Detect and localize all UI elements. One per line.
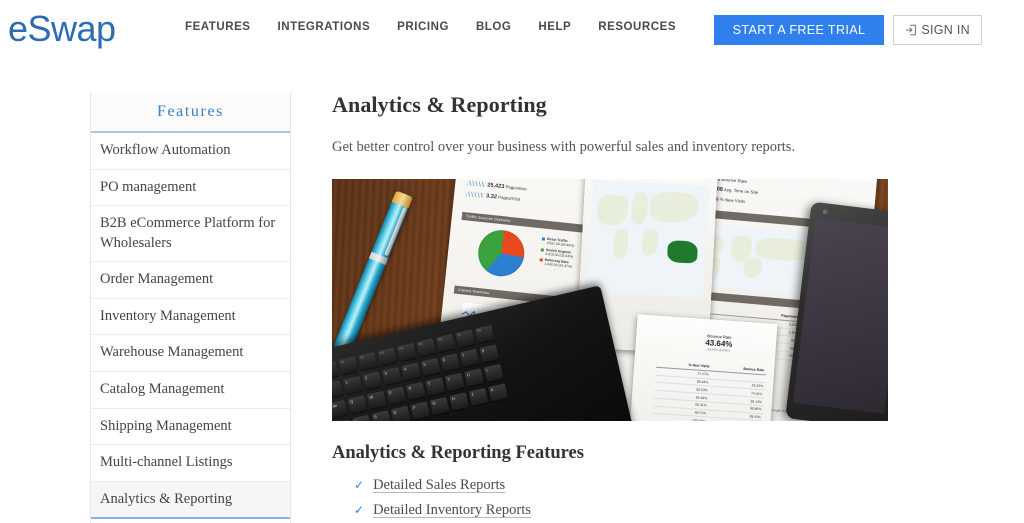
- sidebar-item-catalog-management[interactable]: Catalog Management: [91, 372, 290, 409]
- key-f7: F7: [455, 329, 476, 348]
- sidebar-item-order-management[interactable]: Order Management: [91, 262, 290, 299]
- header-actions: START A FREE TRIAL SIGN IN: [713, 15, 982, 45]
- sidebar-item-warehouse-management[interactable]: Warehouse Management: [91, 335, 290, 372]
- key-f8: F8: [474, 324, 495, 344]
- nav-item-blog[interactable]: BLOG: [476, 21, 511, 33]
- sidebar-item-shipping-management[interactable]: Shipping Management: [91, 409, 290, 446]
- key-5: 5: [420, 357, 441, 377]
- legend-swatch: [540, 247, 544, 252]
- key-y: Y: [444, 372, 465, 392]
- main-content: Analytics & Reporting Get better control…: [332, 60, 892, 523]
- hero-image: 25,423 Pageviews 3.32 Pages/Visit Traffi…: [332, 179, 888, 421]
- key-3: 3: [381, 366, 402, 386]
- sparkline-icon: [467, 180, 486, 188]
- sidebar-item-analytics-reporting[interactable]: Analytics & Reporting: [91, 481, 290, 520]
- sparkline-icon: [465, 191, 485, 199]
- sidebar-item-po-management[interactable]: PO management: [91, 170, 290, 207]
- key-f4: F4: [396, 342, 417, 362]
- metric-pageviews-label: Pageviews: [505, 184, 527, 192]
- key-6: 6: [440, 353, 461, 372]
- key-caps: Caps: [332, 419, 353, 421]
- key-f: F: [410, 401, 431, 420]
- nav-item-integrations[interactable]: INTEGRATIONS: [278, 21, 371, 33]
- sidebar-item-inventory-management[interactable]: Inventory Management: [91, 299, 290, 336]
- page-description: Get better control over your business wi…: [332, 139, 796, 155]
- phone-camera: [822, 208, 828, 215]
- key-esc: Esc: [332, 360, 339, 380]
- key-s: S: [371, 410, 392, 421]
- legend-swatch: [539, 258, 543, 262]
- site-logo[interactable]: eSwap: [8, 8, 116, 50]
- key-f6: F6: [435, 333, 456, 353]
- sidebar-item-workflow-automation[interactable]: Workflow Automation: [91, 133, 290, 170]
- report-sheet-bounce: Bounce Rate 43.64% 43.64% (0.00%) % New …: [626, 314, 778, 421]
- key-f1: F1: [338, 356, 359, 375]
- side-metrics-table: % New Visits Bounce Rate 27.27% 80.18% 43…: [651, 359, 767, 421]
- metric-pagesvisit-value: 3.32: [485, 193, 498, 201]
- key-1: 1: [342, 375, 363, 395]
- check-icon: ✓: [354, 503, 365, 517]
- key-j: J: [468, 387, 489, 407]
- metric-avgtime-label: Avg. Time on Site: [723, 187, 759, 196]
- feature-link-detailed-sales-reports[interactable]: Detailed Sales Reports: [373, 477, 505, 494]
- login-arrow-icon: [905, 24, 917, 36]
- key-t: T: [425, 377, 446, 396]
- page-body: Features Workflow Automation PO manageme…: [0, 60, 1024, 523]
- sign-in-button[interactable]: SIGN IN: [893, 15, 982, 45]
- key-f3: F3: [377, 347, 398, 366]
- key-7: 7: [459, 348, 480, 368]
- list-item: ✓ Detailed Sales Reports: [354, 477, 892, 494]
- key-q: Q: [347, 395, 368, 414]
- key-w: W: [366, 390, 387, 410]
- traffic-sources-pie-chart: [475, 227, 527, 279]
- legend-swatch: [541, 237, 546, 241]
- list-item: ✓ Detailed Inventory Reports: [354, 502, 892, 519]
- site-header: eSwap FEATURES INTEGRATIONS PRICING BLOG…: [0, 0, 1024, 60]
- key-tilde: ~: [332, 380, 344, 399]
- main-navigation: FEATURES INTEGRATIONS PRICING BLOG HELP …: [185, 21, 676, 33]
- nav-item-resources[interactable]: RESOURCES: [598, 21, 676, 33]
- key-e: E: [386, 386, 407, 405]
- key-2: 2: [362, 371, 383, 390]
- key-f5: F5: [416, 338, 437, 357]
- sidebar-title: Features: [91, 92, 290, 133]
- key-tab: Tab: [332, 399, 348, 419]
- key-d: D: [390, 405, 411, 421]
- metric-pagesvisit-label: Pages/Visit: [497, 194, 521, 202]
- key-u: U: [464, 368, 485, 387]
- metric-newvisits-label: % New Visits: [719, 196, 746, 204]
- key-4: 4: [401, 362, 422, 381]
- sidebar-empty-space: [91, 519, 290, 523]
- key-f2: F2: [357, 351, 378, 371]
- nav-item-pricing[interactable]: PRICING: [397, 21, 449, 33]
- features-section-title: Analytics & Reporting Features: [332, 443, 584, 463]
- phone-screen: [793, 218, 888, 414]
- key-g: G: [429, 396, 450, 416]
- nav-item-features[interactable]: FEATURES: [185, 21, 251, 33]
- key-h: H: [449, 392, 470, 411]
- key-a: A: [351, 414, 372, 421]
- key-i: I: [483, 363, 504, 383]
- page-title: Analytics & Reporting: [332, 92, 547, 117]
- bounce-rate-card: Bounce Rate 43.64% 43.64% (0.00%): [683, 332, 754, 355]
- sidebar-item-multi-channel-listings[interactable]: Multi-channel Listings: [91, 445, 290, 482]
- world-map-large: [587, 180, 709, 298]
- check-icon: ✓: [354, 478, 365, 492]
- sign-in-label: SIGN IN: [921, 23, 970, 37]
- start-free-trial-button[interactable]: START A FREE TRIAL: [713, 15, 885, 45]
- key-8: 8: [479, 344, 500, 363]
- features-list: ✓ Detailed Sales Reports ✓ Detailed Inve…: [332, 477, 892, 523]
- sidebar-item-b2b-ecommerce[interactable]: B2B eCommerce Platform for Wholesalers: [91, 206, 290, 263]
- nav-item-help[interactable]: HELP: [538, 21, 571, 33]
- feature-link-detailed-inventory-reports[interactable]: Detailed Inventory Reports: [373, 502, 531, 519]
- metric-bounce-label: Bounce Rate: [721, 179, 748, 185]
- features-sidebar: Features Workflow Automation PO manageme…: [90, 92, 291, 523]
- metric-pageviews-value: 25,423: [486, 182, 505, 191]
- key-k: K: [488, 383, 509, 402]
- key-r: R: [405, 381, 426, 401]
